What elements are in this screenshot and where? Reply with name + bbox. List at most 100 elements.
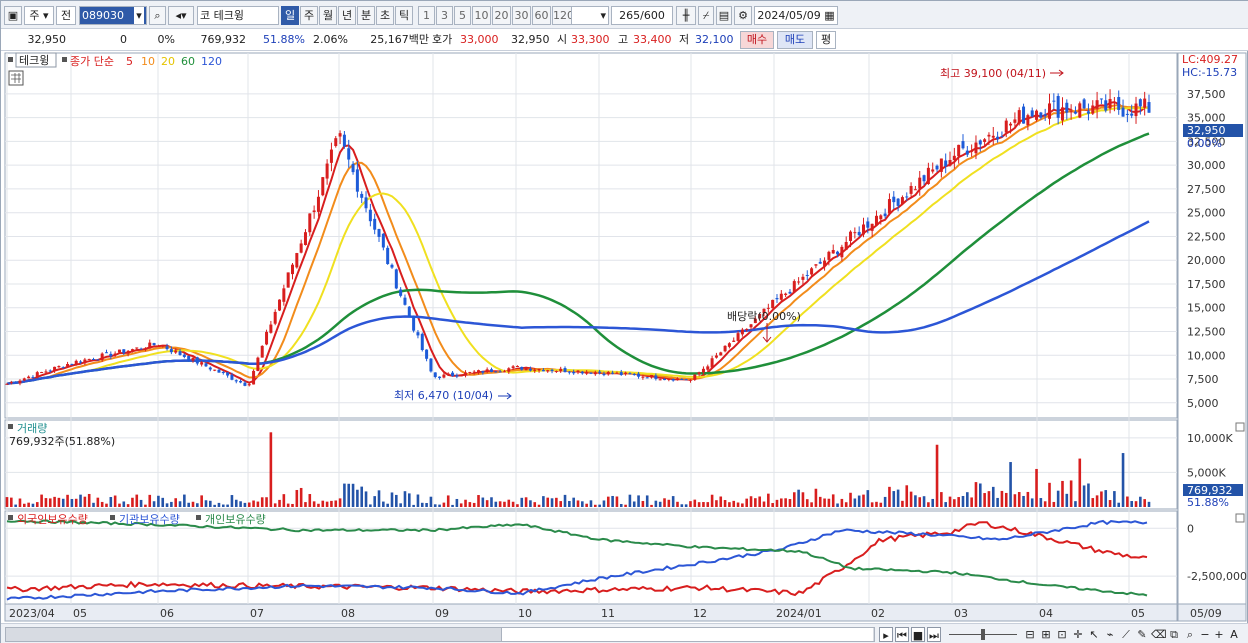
volume-bar — [135, 494, 139, 507]
candle-body — [615, 372, 619, 374]
candle-body — [278, 299, 282, 311]
calendar-icon[interactable]: ▦ — [824, 9, 834, 22]
cursor-icon[interactable]: ↖ — [1087, 627, 1101, 642]
date-input[interactable]: 2024/05/09 ▦ — [754, 6, 838, 25]
candle-body — [204, 363, 208, 367]
candle-body — [5, 383, 9, 385]
trend-tool-icon[interactable]: ⟋ — [1119, 627, 1133, 642]
candle-body — [593, 372, 597, 375]
period-button[interactable]: 틱 — [395, 6, 413, 25]
layout-icon[interactable]: ⊡ — [1055, 627, 1069, 642]
horizontal-scrollbar[interactable] — [5, 627, 875, 642]
fast-forward-icon[interactable]: ⏭ — [927, 627, 941, 642]
volume-bar — [343, 483, 346, 507]
interval-button[interactable]: 5 — [454, 6, 471, 25]
period-type-button[interactable]: 전 — [56, 6, 76, 25]
volume-bar — [1017, 492, 1021, 507]
save-icon[interactable]: ▤ — [716, 6, 732, 25]
window-menu-icon[interactable]: ▣ — [4, 6, 22, 25]
interval-button[interactable]: 10 — [472, 6, 491, 25]
candle-type-icon[interactable]: ╫ — [676, 6, 696, 25]
volume-bar — [481, 497, 485, 507]
zoom-in-icon[interactable]: + — [1213, 627, 1225, 642]
candle-body — [805, 274, 809, 276]
tool-icon[interactable]: ⌿ — [698, 6, 714, 25]
low-label: 저 — [679, 33, 690, 46]
stock-code-input[interactable]: 089030 ▾ — [79, 6, 147, 25]
candle-body — [117, 349, 121, 353]
buy-button[interactable]: 매수 — [740, 31, 774, 49]
volume-bar — [317, 503, 320, 507]
rewind-icon[interactable]: ⏮ — [895, 627, 909, 642]
volume-bar — [1113, 491, 1116, 507]
panel-close-icon[interactable] — [1235, 422, 1245, 432]
count-input[interactable]: 265/600 — [611, 6, 673, 25]
candle-body — [1026, 115, 1030, 126]
crosshair-icon[interactable]: ✛ — [1071, 627, 1085, 642]
volume-bar — [624, 504, 627, 507]
volume-bar — [862, 494, 865, 507]
copy-icon[interactable]: ⧉ — [1167, 627, 1181, 642]
zoom-icon[interactable]: ⌕ — [1183, 627, 1197, 642]
table-toggle-icon[interactable] — [8, 70, 24, 86]
legend-marker-icon — [62, 57, 67, 62]
scroll-right-icon[interactable]: ▸ — [879, 627, 893, 642]
scrollbar-thumb[interactable] — [501, 628, 873, 641]
candle-body — [1000, 136, 1004, 138]
candle-body — [792, 281, 796, 293]
speaker-icon[interactable]: ◂▾ — [168, 6, 194, 25]
volume-bar — [983, 493, 986, 507]
volume-bar — [377, 490, 381, 507]
interval-button[interactable]: 3 — [436, 6, 453, 25]
period-button[interactable]: 일 — [281, 6, 299, 25]
candle-body — [1104, 100, 1108, 111]
volume-bar — [10, 497, 13, 507]
eraser-icon[interactable]: ⌫ — [1151, 627, 1167, 642]
line-tool-icon[interactable]: ⌁ — [1103, 627, 1117, 642]
volume-bar — [351, 483, 355, 507]
interval-dropdown[interactable]: ▾ — [571, 6, 609, 25]
candle-body — [239, 380, 243, 383]
font-size-icon[interactable]: A — [1227, 627, 1241, 642]
period-button[interactable]: 초 — [376, 6, 394, 25]
stock-type-select[interactable]: 주 ▾ — [24, 6, 54, 25]
volume-bar — [1117, 502, 1121, 507]
candle-body — [775, 298, 779, 300]
window-icon[interactable]: ⊟ — [1023, 627, 1037, 642]
interval-button[interactable]: 20 — [492, 6, 511, 25]
zoom-out-icon[interactable]: − — [1199, 627, 1211, 642]
panel-close-icon[interactable] — [1235, 513, 1245, 523]
candle-body — [174, 350, 178, 353]
volume-bar — [702, 502, 705, 507]
search-icon[interactable]: ⌕ — [149, 6, 166, 25]
stop-icon[interactable]: ■ — [911, 627, 925, 642]
candle-body — [368, 209, 372, 222]
gear-icon[interactable]: ⚙ — [734, 6, 752, 25]
slider-handle[interactable] — [981, 629, 985, 640]
interval-button[interactable]: 30 — [512, 6, 531, 25]
split-icon[interactable]: ⊞ — [1039, 627, 1053, 642]
candle-body — [390, 264, 394, 268]
period-button[interactable]: 분 — [357, 6, 375, 25]
candle-body — [823, 260, 827, 267]
candle-body — [53, 366, 57, 371]
candle-body — [1078, 103, 1082, 118]
volume-bar — [347, 483, 351, 507]
period-button[interactable]: 년 — [338, 6, 356, 25]
eval-button[interactable]: 평 — [816, 31, 836, 49]
stock-name-field[interactable]: 코 테크윙 — [197, 6, 279, 25]
chart-svg[interactable]: 5,000 7,500 10,000 12,500 15,000 17,500 20,000… — [1, 51, 1248, 623]
volume-bar — [944, 502, 947, 507]
chevron-down-icon[interactable]: ▾ — [134, 7, 144, 24]
interval-button[interactable]: 1 — [418, 6, 435, 25]
zoom-slider[interactable] — [949, 627, 1017, 642]
volume-bar — [1091, 498, 1095, 507]
interval-button[interactable]: 60 — [532, 6, 551, 25]
candle-body — [70, 363, 74, 365]
period-button[interactable]: 월 — [319, 6, 337, 25]
candle-body — [104, 352, 108, 354]
pen-icon[interactable]: ✎ — [1135, 627, 1149, 642]
interval-button[interactable]: 120 — [552, 6, 574, 25]
period-button[interactable]: 주 — [300, 6, 318, 25]
sell-button[interactable]: 매도 — [777, 31, 813, 49]
